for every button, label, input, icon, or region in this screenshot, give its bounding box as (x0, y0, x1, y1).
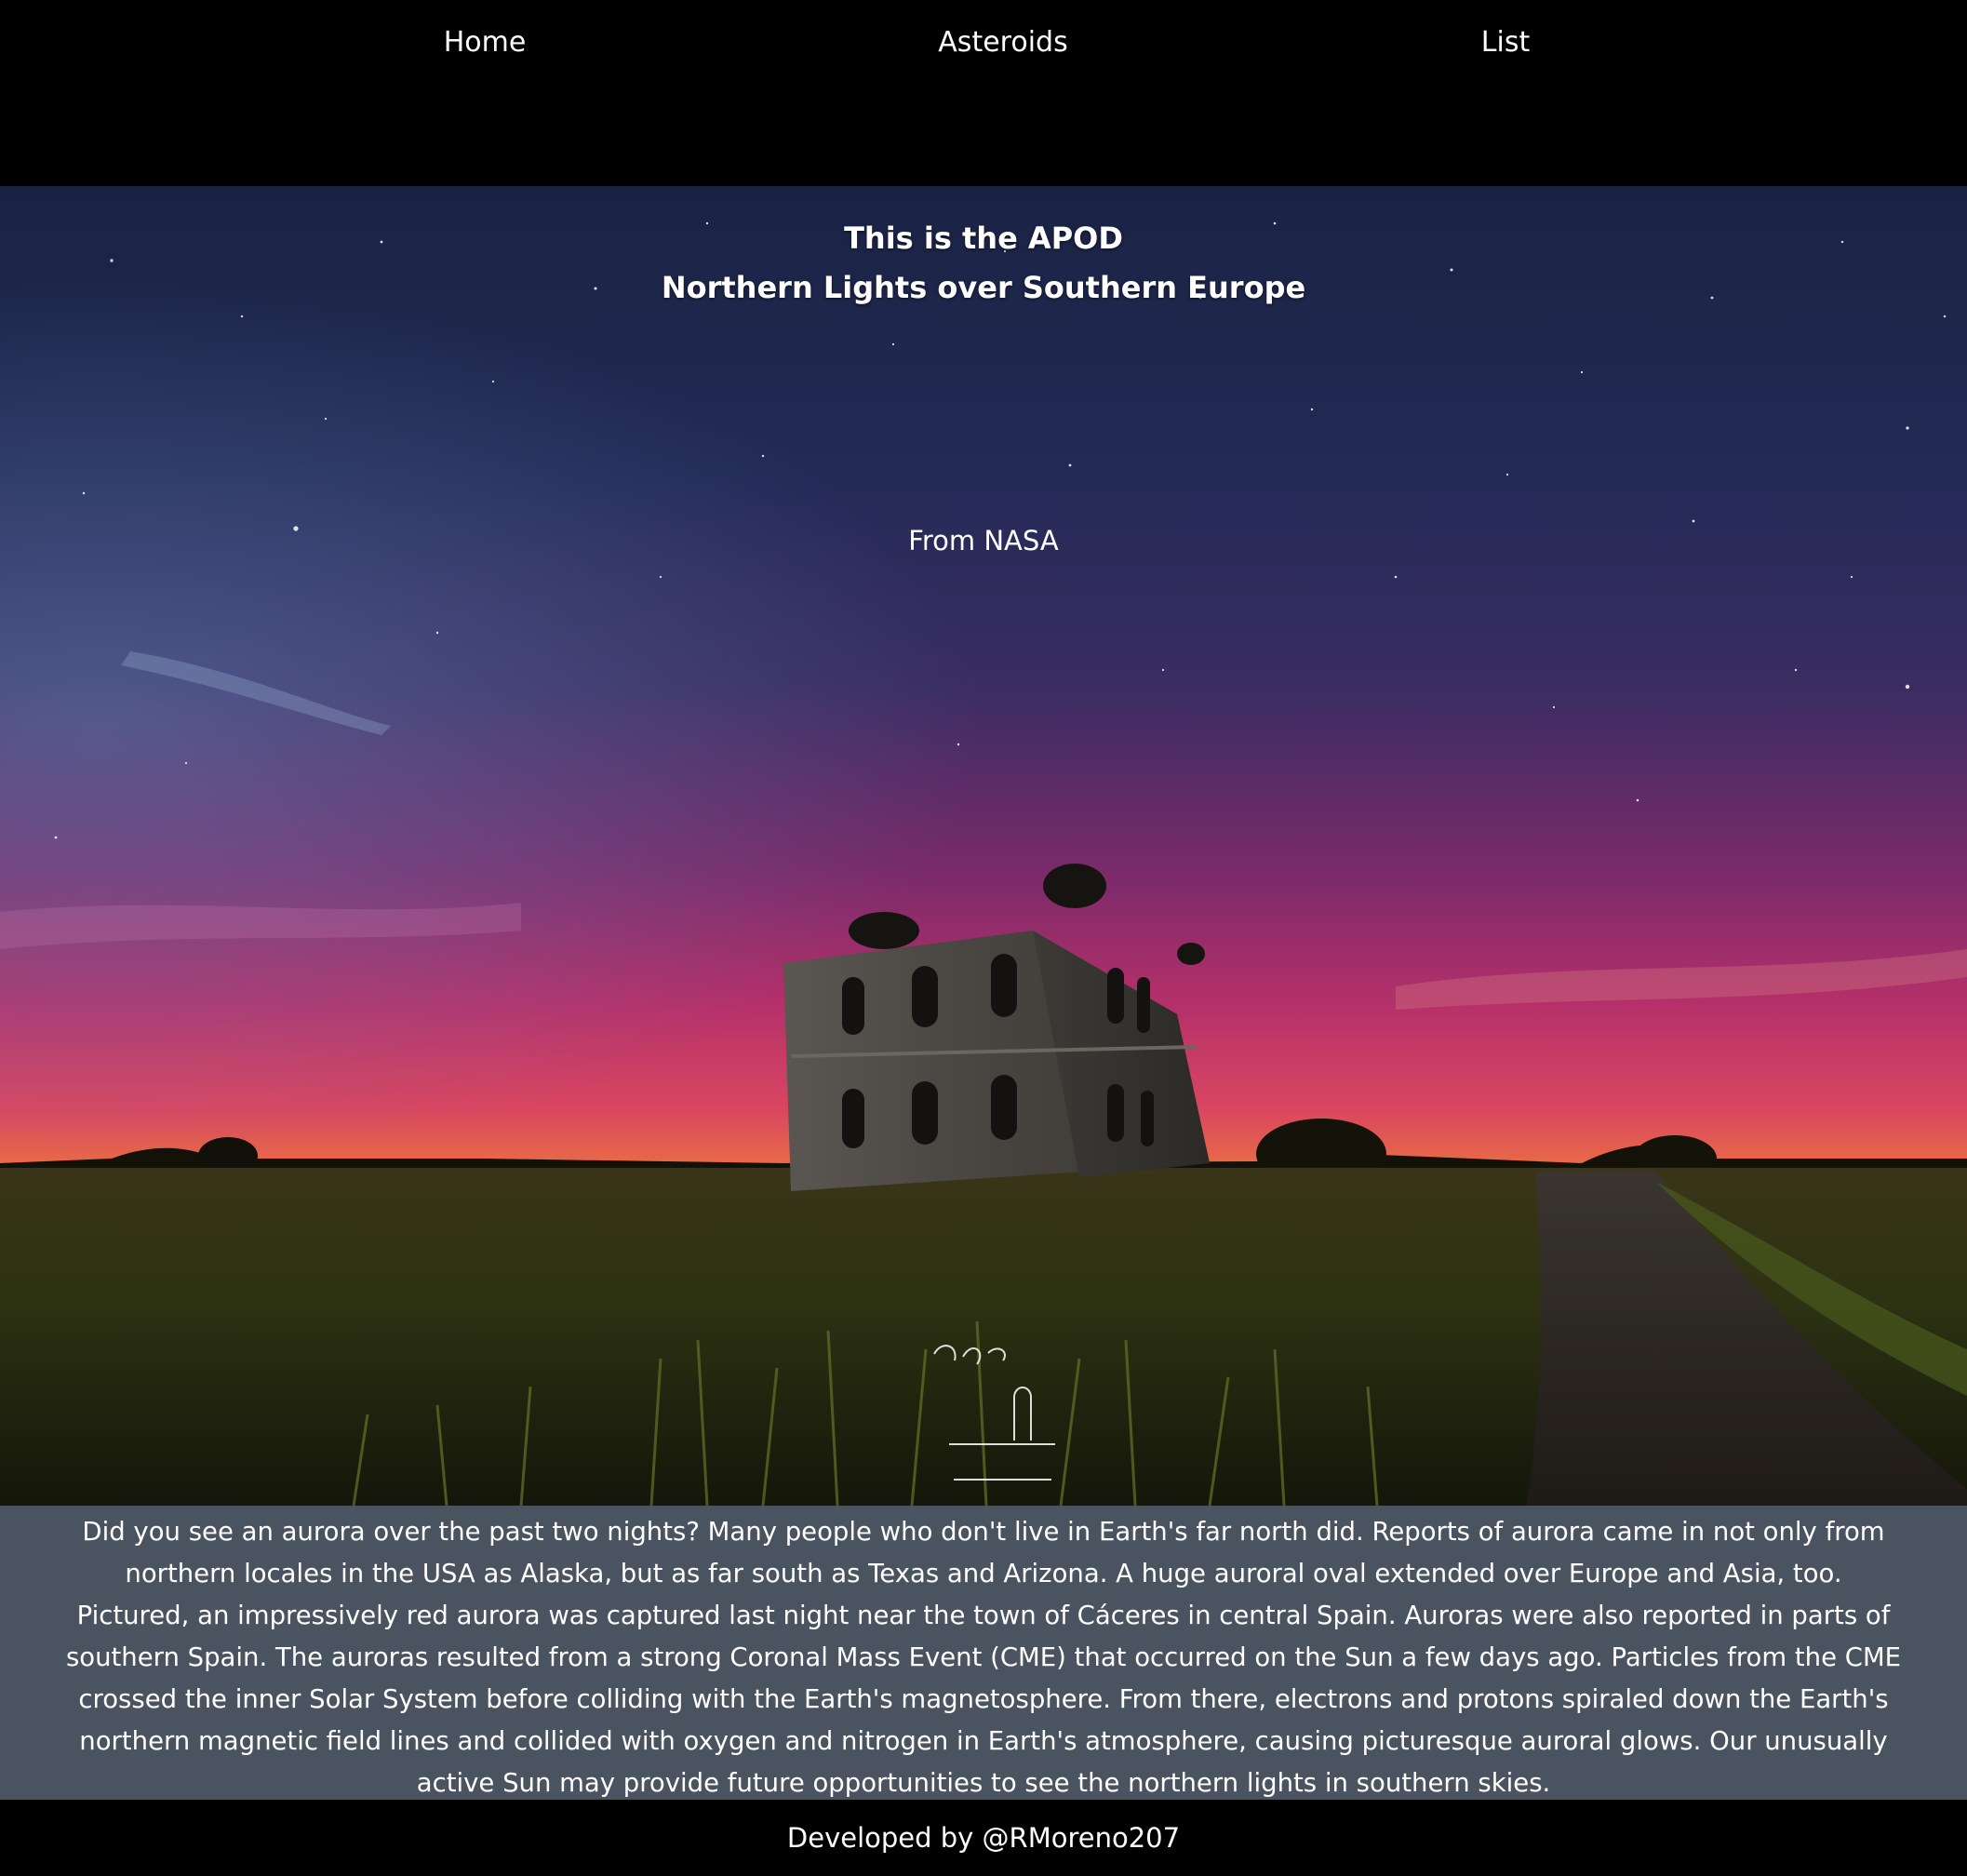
apod-heading: This is the APOD (844, 221, 1123, 256)
nav-link-home[interactable]: Home (444, 26, 527, 59)
apod-explanation: Did you see an aurora over the past two … (0, 1506, 1967, 1800)
page: Home Asteroids List This is the APOD Nor… (0, 0, 1967, 1876)
apod-title: Northern Lights over Southern Europe (661, 270, 1306, 305)
apod-image (0, 186, 1967, 1506)
top-nav: Home Asteroids List (0, 0, 1967, 186)
footer-credit: Developed by @RMoreno207 (0, 1800, 1967, 1876)
apod-source: From NASA (908, 525, 1059, 556)
nav-link-asteroids[interactable]: Asteroids (938, 26, 1067, 59)
apod-heading-block: This is the APOD Northern Lights over So… (0, 214, 1967, 313)
apod-image-section: This is the APOD Northern Lights over So… (0, 186, 1967, 1506)
nav-link-list[interactable]: List (1481, 26, 1530, 59)
